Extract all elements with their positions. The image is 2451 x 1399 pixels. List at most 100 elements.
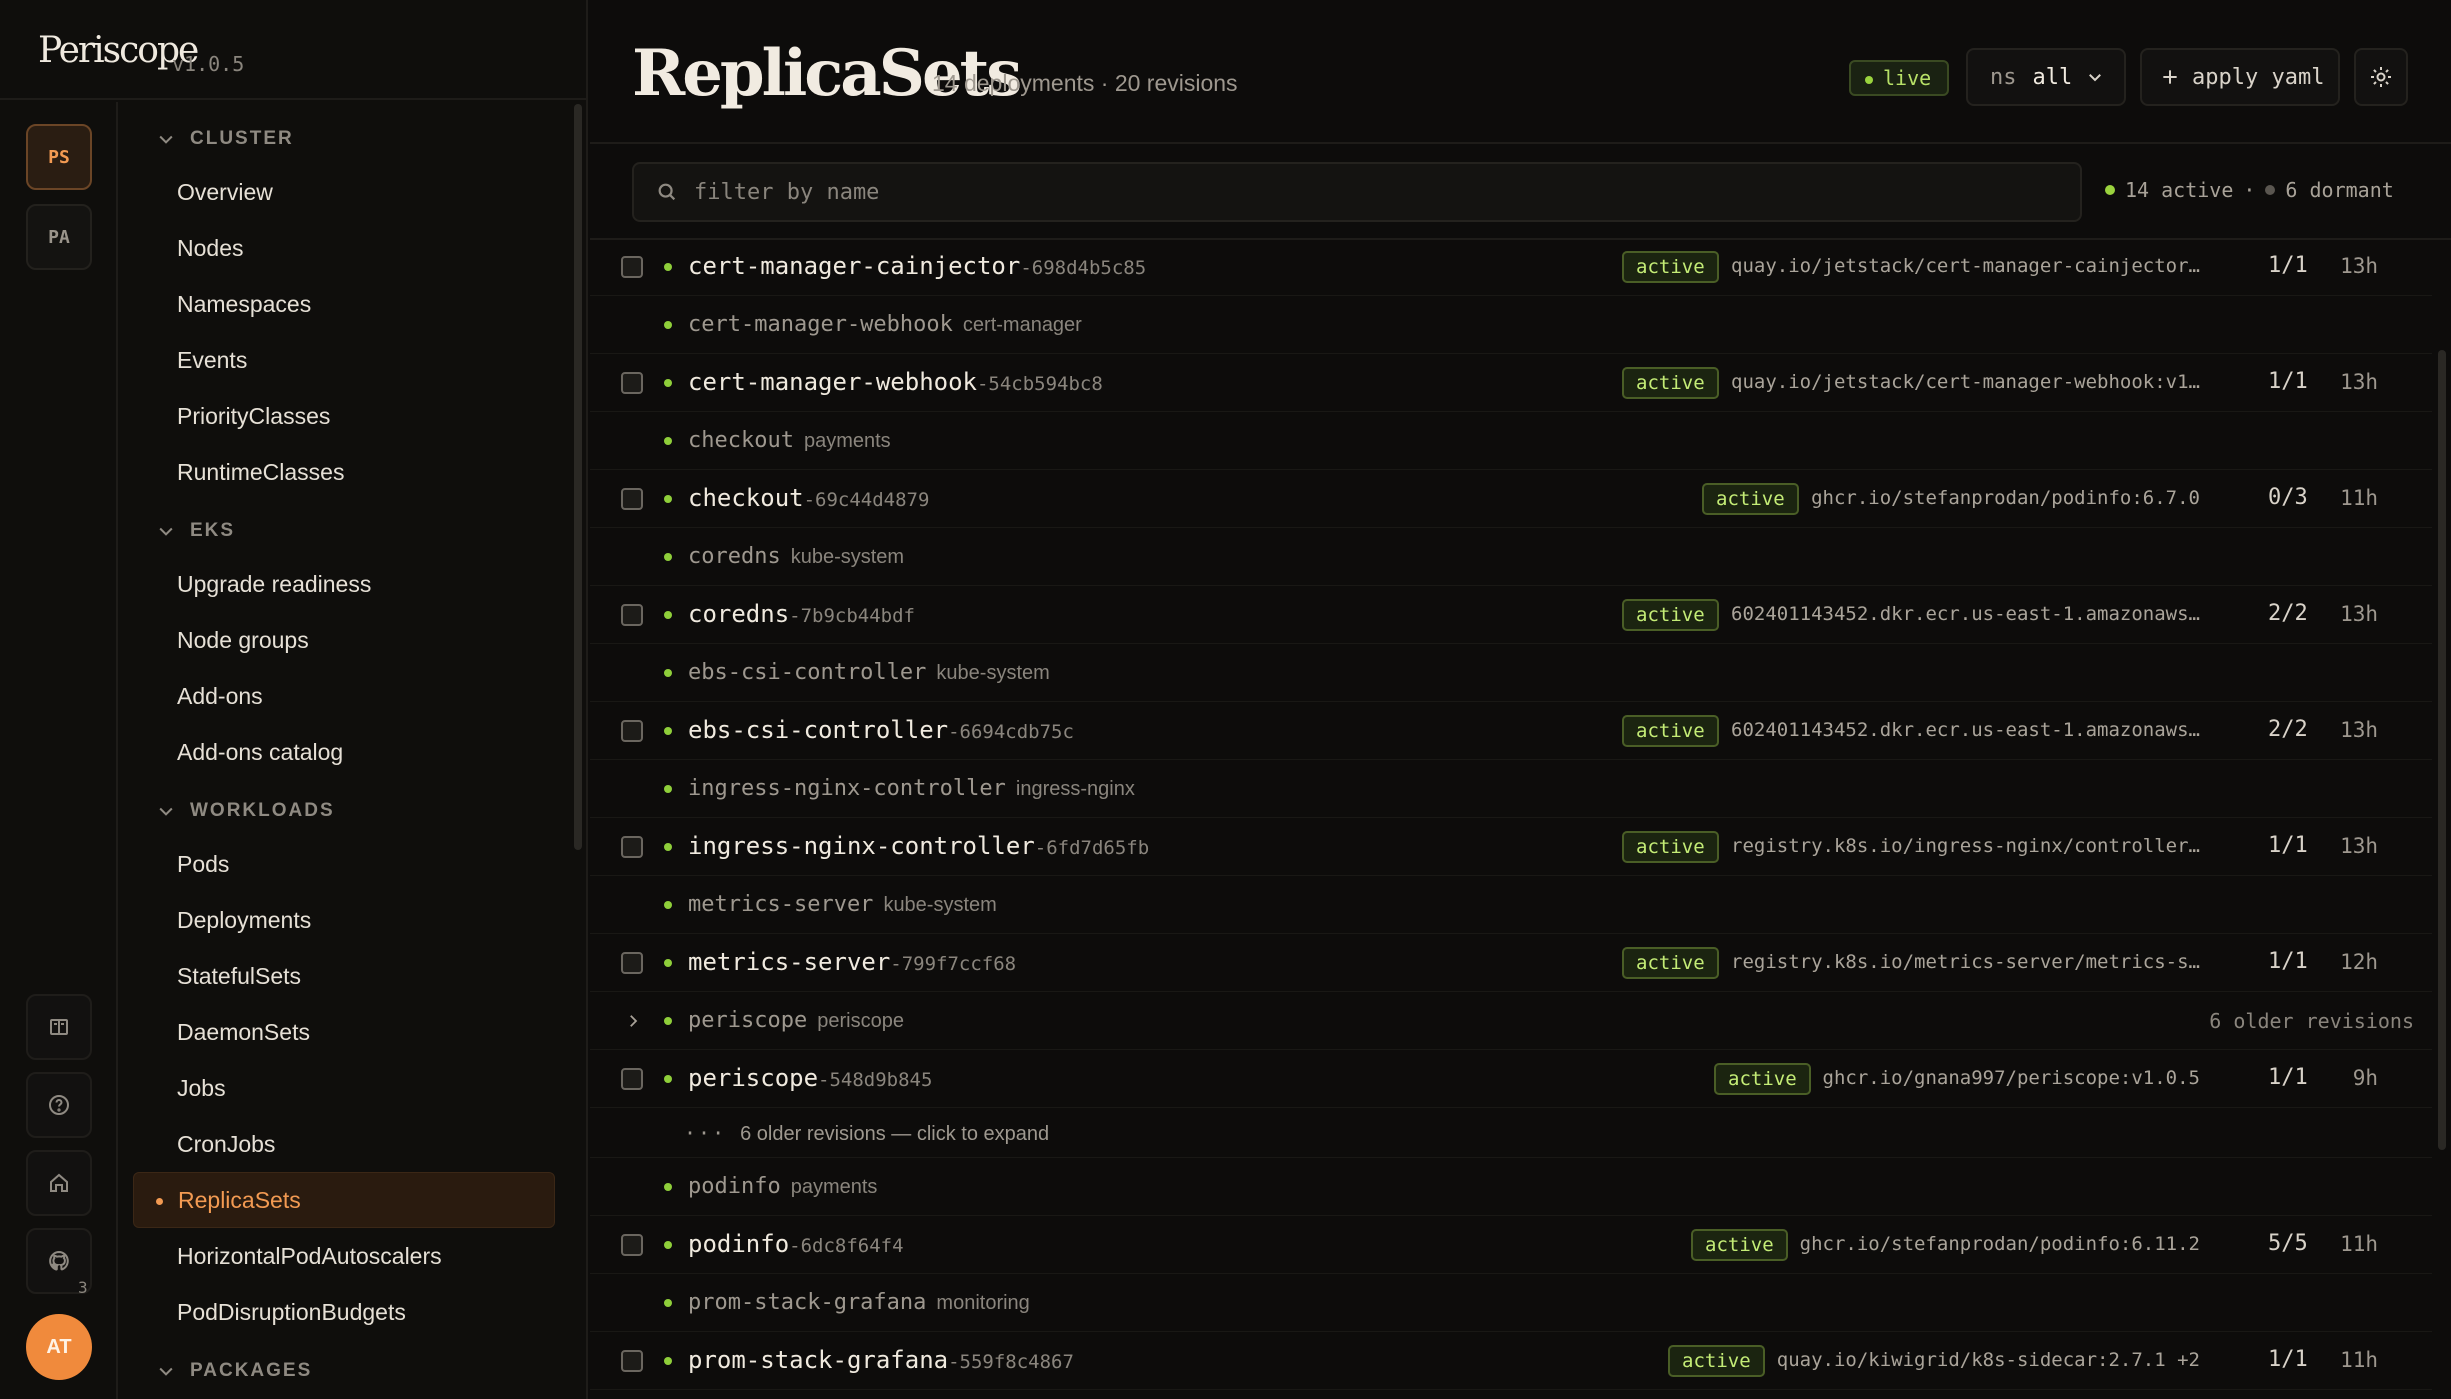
nav-group-eks[interactable]: EKS (156, 520, 235, 542)
nav-group-cluster[interactable]: CLUSTER (156, 128, 294, 150)
replicaset-row[interactable]: checkout-69c44d4879 ghcr.io/stefanprodan/… (590, 470, 2432, 528)
age: 13h (2340, 602, 2378, 626)
expand-hint[interactable]: ··· 6 older revisions — click to expand (684, 1121, 1049, 1146)
expand-toggle[interactable] (624, 1012, 642, 1030)
sidebar-item-node-groups[interactable]: Node groups (133, 612, 555, 668)
status-dot (664, 785, 672, 793)
container-image: 602401143452.dkr.ecr.us-east-1.amazonaws… (1731, 603, 2200, 625)
apply-yaml-button[interactable]: apply yaml (2140, 48, 2340, 106)
container-image: ghcr.io/stefanprodan/podinfo:6.11.2 (1799, 1233, 2200, 1255)
row-checkbox[interactable] (621, 1068, 643, 1090)
container-image: registry.k8s.io/ingress-nginx/controller… (1731, 835, 2200, 857)
app: Periscope v1.0.5 PS PA 3 AT CLUSTER Over… (0, 0, 2451, 1399)
nav-group-workloads[interactable]: WORKLOADS (156, 800, 335, 822)
replicaset-name[interactable]: checkout-69c44d4879 (688, 484, 929, 512)
row-checkbox[interactable] (621, 604, 643, 626)
age: 12h (2340, 950, 2378, 974)
workspace-ps-button[interactable]: PS (26, 124, 92, 190)
row-checkbox[interactable] (621, 952, 643, 974)
status-dot (664, 495, 672, 503)
status-dot (664, 1241, 672, 1249)
row-checkbox[interactable] (621, 836, 643, 858)
sidebar-scrollbar[interactable] (574, 104, 582, 850)
namespace: kube-system (883, 894, 997, 916)
replicaset-row[interactable]: coredns-7b9cb44bdf 602401143452.dkr.ecr.u… (590, 586, 2432, 644)
deployment-group-row[interactable]: periscope periscope 6 older revisions (590, 992, 2432, 1050)
replicaset-name[interactable]: cert-manager-webhook-54cb594bc8 (688, 368, 1103, 396)
ready-count: 5/5 (2268, 1231, 2308, 1256)
replicaset-name[interactable]: ingress-nginx-controller-6fd7d65fb (688, 832, 1149, 860)
replicaset-row[interactable]: periscope-548d9b845 ghcr.io/gnana997/peri… (590, 1050, 2432, 1108)
row-checkbox[interactable] (621, 488, 643, 510)
deployment-name: checkout payments (688, 428, 891, 453)
github-icon (49, 1250, 69, 1271)
ready-count: 1/1 (2268, 369, 2308, 394)
help-button[interactable] (26, 1072, 92, 1138)
status-dot (664, 843, 672, 851)
sidebar-item-priorityclasses[interactable]: PriorityClasses (133, 388, 555, 444)
sidebar-item-add-ons-catalog[interactable]: Add-ons catalog (133, 724, 555, 780)
replicaset-hash: -698d4b5c85 (1020, 257, 1147, 279)
replicaset-hash: -799f7ccf68 (890, 953, 1017, 975)
sidebar-item-overview[interactable]: Overview (133, 164, 555, 220)
older-revisions-count[interactable]: 6 older revisions (2209, 1009, 2414, 1033)
sidebar-item-upgrade-readiness[interactable]: Upgrade readiness (133, 556, 555, 612)
sidebar-item-daemonsets[interactable]: DaemonSets (133, 1004, 555, 1060)
replicaset-hash: -6dc8f64f4 (789, 1235, 904, 1257)
sidebar-item-hpa[interactable]: HorizontalPodAutoscalers (133, 1228, 555, 1284)
replicaset-name[interactable]: podinfo-6dc8f64f4 (688, 1230, 904, 1258)
theme-toggle-button[interactable] (2354, 48, 2408, 106)
status-dot (664, 321, 672, 329)
sidebar-item-namespaces[interactable]: Namespaces (133, 276, 555, 332)
ready-count: 1/1 (2268, 253, 2308, 278)
replicaset-name[interactable]: periscope-548d9b845 (688, 1064, 932, 1092)
sidebar-item-replicasets[interactable]: ReplicaSets (133, 1172, 555, 1228)
replicaset-name[interactable]: prom-stack-grafana-559f8c4867 (688, 1346, 1074, 1374)
replicaset-row[interactable]: ebs-csi-controller-6694cdb75c 60240114345… (590, 702, 2432, 760)
sidebar-item-nodes[interactable]: Nodes (133, 220, 555, 276)
replicaset-name[interactable]: metrics-server-799f7ccf68 (688, 948, 1016, 976)
help-icon (49, 1095, 69, 1115)
status-dot (664, 1183, 672, 1191)
replicaset-row[interactable]: cert-manager-webhook-54cb594bc8 quay.io/j… (590, 354, 2432, 412)
home-button[interactable] (26, 1150, 92, 1216)
sidebar-item-add-ons[interactable]: Add-ons (133, 668, 555, 724)
workspace-pa-button[interactable]: PA (26, 204, 92, 270)
replicaset-name[interactable]: coredns-7b9cb44bdf (688, 600, 915, 628)
sidebar-item-cronjobs[interactable]: CronJobs (133, 1116, 555, 1172)
row-checkbox[interactable] (621, 720, 643, 742)
list-scrollbar[interactable] (2438, 350, 2446, 1150)
row-checkbox[interactable] (621, 1350, 643, 1372)
sidebar-item-runtimeclasses[interactable]: RuntimeClasses (133, 444, 555, 500)
row-checkbox[interactable] (621, 372, 643, 394)
sidebar: Periscope v1.0.5 PS PA 3 AT CLUSTER Over… (0, 0, 588, 1399)
status-dot (664, 959, 672, 967)
replicaset-name[interactable]: ebs-csi-controller-6694cdb75c (688, 716, 1074, 744)
sidebar-item-jobs[interactable]: Jobs (133, 1060, 555, 1116)
sidebar-item-pdb[interactable]: PodDisruptionBudgets (133, 1284, 555, 1340)
filter-input[interactable] (694, 179, 2054, 205)
replicaset-row[interactable]: ingress-nginx-controller-6fd7d65fb regist… (590, 818, 2432, 876)
sidebar-item-events[interactable]: Events (133, 332, 555, 388)
sidebar-item-statefulsets[interactable]: StatefulSets (133, 948, 555, 1004)
docs-button[interactable] (26, 994, 92, 1060)
expand-hint-row[interactable]: ··· 6 older revisions — click to expand (590, 1108, 2432, 1158)
namespace-select[interactable]: ns all (1966, 48, 2126, 106)
sidebar-item-pods[interactable]: Pods (133, 836, 555, 892)
deployment-name: periscope periscope (688, 1008, 904, 1033)
nav-group-label: WORKLOADS (190, 800, 335, 821)
replicaset-row[interactable]: cert-manager-cainjector-698d4b5c85 quay.i… (590, 240, 2432, 296)
row-checkbox[interactable] (621, 256, 643, 278)
replicaset-row[interactable]: podinfo-6dc8f64f4 ghcr.io/stefanprodan/po… (590, 1216, 2432, 1274)
filter-box[interactable] (632, 162, 2082, 222)
row-checkbox[interactable] (621, 1234, 643, 1256)
deployment-group-row: ebs-csi-controller kube-system (590, 644, 2432, 702)
user-avatar[interactable]: AT (26, 1314, 92, 1380)
replicaset-name[interactable]: cert-manager-cainjector-698d4b5c85 (688, 252, 1146, 280)
nav-group-packages[interactable]: PACKAGES (156, 1360, 312, 1382)
deployment-group-row: prom-stack-grafana monitoring (590, 1274, 2432, 1332)
replicaset-row[interactable]: prom-stack-grafana-559f8c4867 quay.io/kiw… (590, 1332, 2432, 1390)
replicaset-row[interactable]: metrics-server-799f7ccf68 registry.k8s.io… (590, 934, 2432, 992)
sidebar-item-deployments[interactable]: Deployments (133, 892, 555, 948)
status-badge: active (1622, 251, 1719, 283)
